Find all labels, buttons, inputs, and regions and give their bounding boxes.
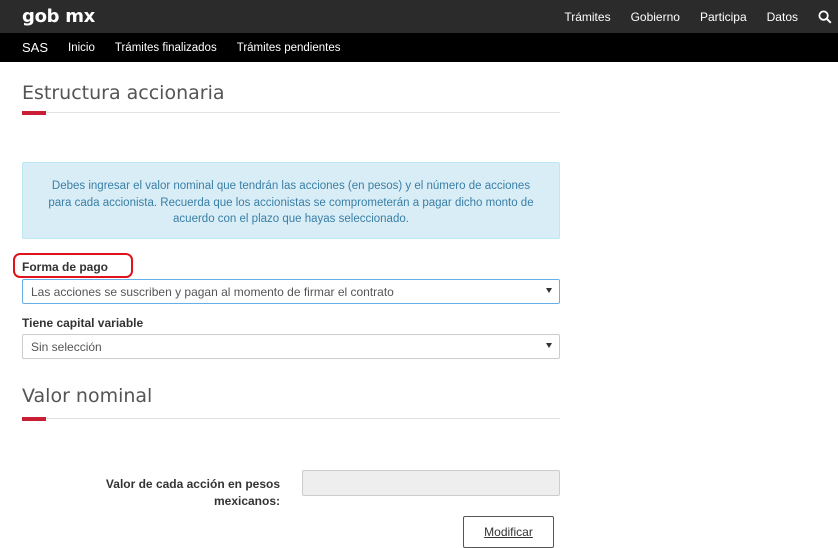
forma-pago-value: Las acciones se suscriben y pagan al mom… — [31, 285, 394, 299]
capital-variable-value: Sin selección — [31, 340, 102, 354]
app-name[interactable]: SAS — [22, 40, 48, 55]
valor-accion-input[interactable] — [302, 470, 560, 496]
top-bar: gob mx Trámites Gobierno Participa Datos — [0, 0, 838, 33]
nav-tramites[interactable]: Trámites — [564, 10, 610, 24]
valor-accion-label: Valor de cada acción en pesos mexicanos: — [105, 477, 280, 508]
capital-variable-select[interactable]: Sin selección — [22, 334, 560, 359]
gobmx-logo[interactable]: gob mx — [22, 6, 95, 27]
info-alert: Debes ingresar el valor nominal que tend… — [22, 162, 560, 239]
section-divider — [22, 112, 560, 113]
top-nav: Trámites Gobierno Participa Datos — [564, 0, 838, 33]
nav-participa[interactable]: Participa — [700, 10, 747, 24]
section-divider — [22, 418, 560, 419]
section-accent-bar — [22, 111, 46, 115]
subnav-inicio[interactable]: Inicio — [68, 42, 95, 54]
nav-datos[interactable]: Datos — [767, 10, 798, 24]
section-title-valor-nominal: Valor nominal — [22, 385, 153, 407]
search-icon[interactable] — [818, 10, 832, 24]
section-accent-bar — [22, 417, 46, 421]
section-title-estructura: Estructura accionaria — [22, 82, 225, 104]
subnav-tramites-pendientes[interactable]: Trámites pendientes — [237, 42, 341, 54]
chevron-down-icon — [546, 288, 552, 293]
forma-pago-select[interactable]: Las acciones se suscriben y pagan al mom… — [22, 279, 560, 304]
modificar-button[interactable]: Modificar — [463, 516, 554, 548]
capital-variable-label: Tiene capital variable — [22, 316, 144, 330]
subnav-tramites-finalizados[interactable]: Trámites finalizados — [115, 42, 217, 54]
chevron-down-icon — [546, 343, 552, 348]
forma-pago-label: Forma de pago — [22, 260, 109, 274]
app-nav: SAS Inicio Trámites finalizados Trámites… — [0, 33, 838, 62]
nav-gobierno[interactable]: Gobierno — [631, 10, 680, 24]
